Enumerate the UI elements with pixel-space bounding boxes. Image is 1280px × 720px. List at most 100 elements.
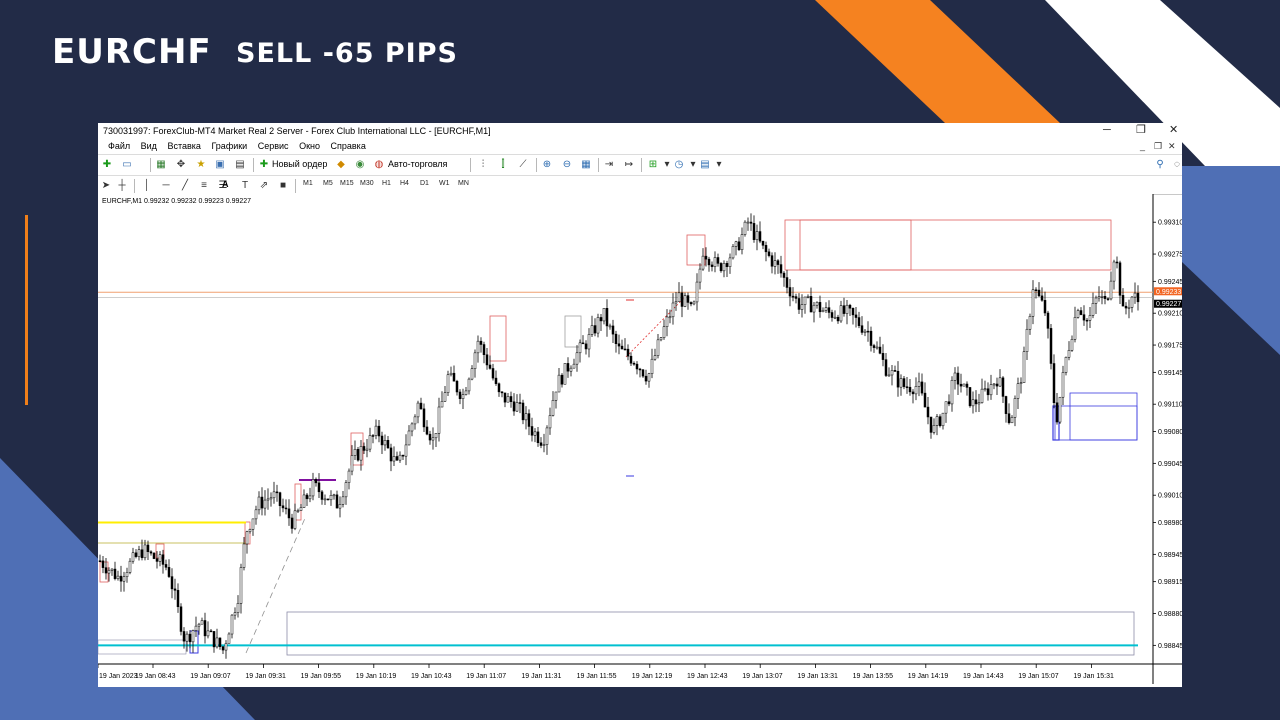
candle-body: [629, 355, 633, 364]
line-chart-icon[interactable]: ⟋: [516, 158, 530, 171]
candle-body: [584, 343, 588, 350]
candle-body: [833, 316, 837, 319]
menu-window[interactable]: Окно: [299, 141, 320, 151]
tile-windows-icon[interactable]: ▦: [579, 158, 593, 171]
chat-icon[interactable]: ◌: [1170, 158, 1182, 171]
candle-body: [926, 406, 930, 418]
price-axis: 0.99310 0.99275 0.99245 0.99210 0.99175 0.991…: [1153, 220, 1182, 650]
indicators-icon[interactable]: ⊞: [646, 158, 660, 171]
vertical-line-icon[interactable]: │: [140, 179, 154, 192]
candle-body: [1004, 396, 1008, 414]
profiles-icon[interactable]: ▭: [120, 158, 134, 171]
channel-icon[interactable]: ≡: [197, 179, 211, 192]
candle-body: [320, 491, 324, 500]
market-watch-icon[interactable]: ▦: [154, 158, 168, 171]
candle-body: [983, 388, 987, 390]
cursor-icon[interactable]: ➤: [99, 179, 113, 192]
candle-body: [1079, 310, 1083, 315]
new-chart-icon[interactable]: ✚: [100, 158, 114, 171]
timeframe-w1[interactable]: W1: [439, 180, 450, 187]
child-close-button[interactable]: ✕: [1168, 141, 1176, 152]
candle-body: [335, 494, 339, 509]
zoom-out-icon[interactable]: ⊖: [560, 158, 574, 171]
price-label: 0.99310: [1158, 220, 1182, 227]
child-minimize-button[interactable]: _: [1140, 141, 1145, 151]
timeframe-d1[interactable]: D1: [420, 180, 429, 187]
candle-body: [527, 413, 531, 427]
menu-file[interactable]: Файл: [108, 141, 130, 151]
auto-trading-button[interactable]: Авто-торговля: [388, 159, 447, 169]
time-label: 19 Jan 15:31: [1073, 673, 1114, 680]
arrows-icon[interactable]: ⇗: [257, 179, 271, 192]
timeframe-h1[interactable]: H1: [382, 180, 391, 187]
menu-bar: Файл Вид Вставка Графики Сервис Окно Спр…: [98, 139, 1182, 153]
templates-icon[interactable]: ▤: [698, 158, 712, 171]
horizontal-line-icon[interactable]: ─: [159, 179, 173, 192]
candle-body: [185, 633, 189, 642]
candle-body: [173, 588, 177, 591]
candle-body: [650, 358, 654, 374]
timeframe-h4[interactable]: H4: [400, 180, 409, 187]
candle-body: [356, 449, 360, 461]
candle-body: [1085, 319, 1089, 322]
navigator-icon[interactable]: ★: [194, 158, 208, 171]
timeframe-m1[interactable]: M1: [303, 180, 313, 187]
candle-body: [902, 378, 906, 387]
candle-body: [998, 377, 1002, 387]
new-order-button[interactable]: Новый ордер: [272, 159, 327, 169]
candle-body: [962, 383, 966, 387]
bar-chart-icon[interactable]: ⫶: [476, 158, 490, 171]
timeframe-mn[interactable]: MN: [458, 180, 469, 187]
close-button[interactable]: ✕: [1169, 124, 1178, 136]
menu-charts[interactable]: Графики: [211, 141, 247, 151]
shapes-icon[interactable]: ■: [276, 179, 290, 192]
candle-body: [257, 496, 261, 511]
auto-trading-icon[interactable]: ◍: [372, 158, 386, 171]
child-restore-button[interactable]: ❐: [1154, 141, 1162, 152]
search-icon[interactable]: ⚲: [1153, 158, 1167, 171]
menu-insert[interactable]: Вставка: [167, 141, 200, 151]
strategy-tester-icon[interactable]: ▤: [233, 158, 247, 171]
maximize-button[interactable]: ❐: [1136, 124, 1146, 136]
crosshair-icon[interactable]: ┼: [115, 179, 129, 192]
minimize-button[interactable]: ─: [1103, 124, 1111, 136]
trendline-icon[interactable]: ╱: [178, 179, 192, 192]
candle-body: [848, 304, 852, 309]
candlestick-icon[interactable]: ⫿: [496, 158, 510, 171]
timeframe-m15[interactable]: M15: [340, 180, 354, 187]
terminal-icon[interactable]: ▣: [213, 158, 227, 171]
timeframe-m30[interactable]: M30: [360, 180, 374, 187]
menu-help[interactable]: Справка: [331, 141, 366, 151]
candle-body: [734, 241, 738, 247]
candle-body: [1136, 292, 1140, 303]
drawing-toolbar: ➤ ┼ │ ─ ╱ ≡ ☰ A T ⇗ ■ M1 M5 M15 M30 H1 H…: [98, 175, 1182, 195]
timeframe-m5[interactable]: M5: [323, 180, 333, 187]
menu-tools[interactable]: Сервис: [258, 141, 289, 151]
zoom-in-icon[interactable]: ⊕: [540, 158, 554, 171]
candle-body: [383, 440, 387, 446]
templates-dropdown-icon[interactable]: ▾: [712, 158, 726, 171]
auto-scroll-icon[interactable]: ↦: [622, 158, 636, 171]
market-icon[interactable]: ◉: [353, 158, 367, 171]
candle-body: [590, 325, 594, 335]
candle-body: [623, 348, 627, 351]
blue-band-right: [1182, 166, 1280, 355]
candle-body: [860, 325, 864, 333]
candle-body: [614, 333, 618, 344]
menu-view[interactable]: Вид: [141, 141, 157, 151]
new-order-icon[interactable]: ✚: [257, 158, 271, 171]
price-chart[interactable]: EURCHF,M1 0.99232 0.99232 0.99223 0.9922…: [98, 194, 1182, 687]
candle-body: [317, 482, 321, 493]
candle-body: [968, 387, 972, 407]
chart-shift-icon[interactable]: ⇥: [602, 158, 616, 171]
candle-body: [128, 560, 132, 573]
periods-icon[interactable]: ◷: [672, 158, 686, 171]
candle-body: [875, 346, 879, 349]
text-label-icon[interactable]: T: [238, 179, 252, 192]
data-window-icon[interactable]: ✥: [174, 158, 188, 171]
price-label: 0.98845: [1158, 643, 1182, 650]
metaeditor-icon[interactable]: ◆: [334, 158, 348, 171]
candle-body: [488, 364, 492, 369]
text-tool-button[interactable]: A: [222, 179, 229, 189]
candle-body: [524, 413, 528, 421]
